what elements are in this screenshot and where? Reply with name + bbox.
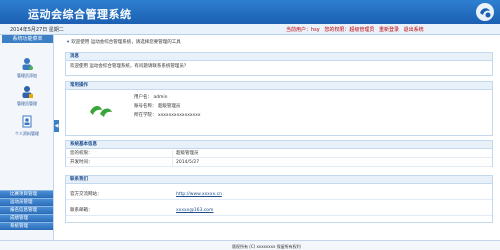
account-row: 账号名称： 超级管理员 [134,103,180,109]
contact-panel: 联系我们 官方交流网站： http://www.xxxxx.cn 联系邮箱： x… [65,175,493,223]
row-value: 超级管理员 [176,151,199,156]
sidebar-menu-system[interactable]: 系统管理 [0,222,53,230]
row-key: 官方交流网站： [70,192,102,197]
user-name: hsy [311,27,320,33]
exit-link[interactable]: 退出系统 [404,27,424,33]
table-row: 联系邮箱： xxxxx@163.com [66,206,492,216]
relogin-link[interactable]: 重新登录 [379,27,399,33]
email-link[interactable]: xxxxx@163.com [176,206,213,216]
college-value: xxxxxxxxxxxxxxxx [157,113,201,118]
sidebar: 系统功能菜单 管理员添加 管理员管理 个人资料管理 比赛项目管理 运动员管理 报… [0,35,54,250]
arrow-icon: ▾ [67,40,70,45]
info-bar: 2014年5月27日 星期二 当前用户：hsy 您的权限：超级管理员 重新登录 … [0,24,500,35]
user-panel: 常用操作 用户名： admin 账号名称： 超级管理员 所在学院： xxxxxx… [65,81,493,136]
sidebar-item-label: 管理员管理 [17,101,37,106]
website-link[interactable]: http://www.xxxxx.cn [176,190,222,200]
row-key: 联系邮箱： [70,208,93,213]
account-key: 账号名称： [134,104,157,109]
logo-icon [476,3,494,21]
college-key: 所在学院： [134,113,157,118]
college-row: 所在学院： xxxxxxxxxxxxxxxx [134,112,201,118]
sidebar-item-admin-manage[interactable]: 管理员管理 [6,85,48,107]
welcome-line: ▾ 欢迎使用 运动会综合管理系统，请选择您要管理的工具 [67,39,181,45]
username-value: admin [153,95,168,100]
sidebar-item-label: 管理员添加 [17,73,37,78]
current-date: 2014年5月27日 星期二 [10,27,64,33]
row-key: 开发时间： [70,160,93,165]
username-key: 用户名： [134,95,152,100]
message-panel: 消息 欢迎使用 运动会综合管理系统，有问题请联系系统管理员？ [65,52,493,76]
sidebar-item-admin-add[interactable]: 管理员添加 [6,57,48,79]
sidebar-item-profile[interactable]: 个人资料管理 [6,115,48,137]
row-value: 2014/5/27 [176,160,200,165]
leaf-icon [90,106,112,117]
panel-title: 消息 [66,53,492,61]
user-label: 当前用户： [286,27,312,33]
sidebar-menu-signup[interactable]: 报名信息管理 [0,206,53,214]
message-text: 欢迎使用 运动会综合管理系统，有问题请联系系统管理员？ [70,64,189,69]
sidebar-menu-athlete[interactable]: 运动员管理 [0,198,53,206]
main-content: ▾ 欢迎使用 运动会综合管理系统，请选择您要管理的工具 消息 欢迎使用 运动会综合… [61,35,493,240]
panel-title: 系统基本信息 [66,141,492,149]
sidebar-menu-score[interactable]: 成绩管理 [0,214,53,222]
system-panel: 系统基本信息 您的权限： 超级管理员 开发时间： 2014/5/27 [65,140,493,167]
app-header: 运动会综合管理系统 [0,0,500,24]
app-title: 运动会综合管理系统 [28,8,132,21]
sidebar-toggle-icon[interactable]: ◀ [54,120,59,132]
table-row: 开发时间： 2014/5/27 [66,159,492,167]
footer: 版权所有 (C) xxxxxxxx 保留所有权利 [0,240,500,250]
account-value: 超级管理员 [157,104,181,109]
row-key: 您的权限： [70,151,93,156]
welcome-text: 欢迎使用 运动会综合管理系统，请选择您要管理的工具 [71,40,181,45]
panel-title: 联系我们 [66,176,492,184]
admin-add-icon [22,58,33,70]
sidebar-item-label: 个人资料管理 [15,131,39,136]
copyright-text: 版权所有 (C) xxxxxxxx 保留所有权利 [232,244,301,249]
panel-title: 常用操作 [66,82,492,90]
table-row: 官方交流网站： http://www.xxxxx.cn [66,190,492,200]
sidebar-title: 系统功能菜单 [2,35,53,43]
table-row: 您的权限： 超级管理员 [66,150,492,158]
admin-manage-icon [22,86,33,98]
username-row: 用户名： admin [134,94,168,100]
sidebar-menu-event[interactable]: 比赛项目管理 [0,190,53,198]
profile-icon [22,115,32,128]
user-info: 当前用户：hsy 您的权限：超级管理员 重新登录 退出系统 [286,26,424,33]
permission-text: 您的权限：超级管理员 [324,27,375,33]
